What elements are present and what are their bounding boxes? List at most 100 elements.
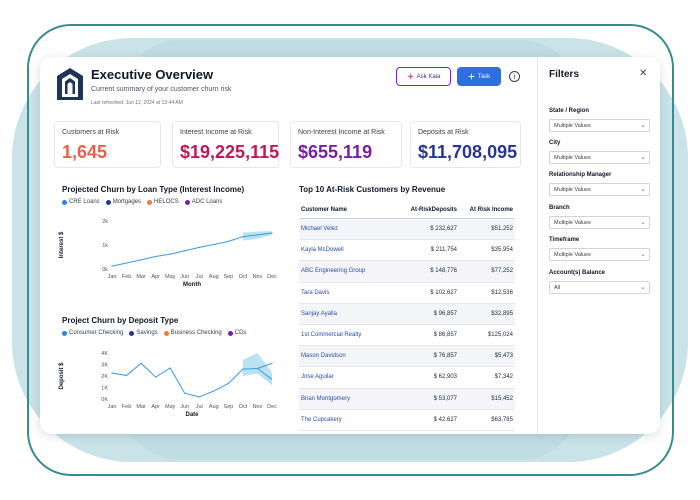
y-tick-label: 4K [101, 351, 108, 357]
legend-dot [129, 330, 135, 336]
x-tick-label: Jun [180, 404, 189, 410]
x-tick-label: Jun [180, 274, 189, 280]
legend-label: CRE Loans [69, 199, 100, 205]
legend-label: ADC Loans [191, 199, 223, 205]
info-icon[interactable]: i [509, 71, 520, 82]
legend-item[interactable]: ADC Loans [184, 199, 223, 205]
filter-value: Multiple Values [554, 186, 591, 193]
at-risk-income-cell: $15,452 [491, 395, 513, 402]
data-point [111, 265, 113, 267]
x-tick-label: Mar [136, 274, 146, 280]
at-risk-deposits-cell: $ 76,857 [433, 353, 457, 360]
table-row[interactable]: Jose Aguilar $ 62,903 $7,342 [299, 367, 515, 389]
close-icon[interactable]: ✕ [639, 68, 647, 79]
customer-name-cell[interactable]: ABC Engineering Group [299, 268, 393, 274]
x-tick-label: Jul [196, 274, 203, 280]
x-tick-label: Dec [267, 404, 277, 410]
filter-select-city[interactable]: Multiple Values ⌄ [549, 151, 650, 164]
customer-name-cell[interactable]: Kayla McDowell [299, 247, 393, 253]
logo-icon [57, 68, 83, 100]
filter-select-account-balance[interactable]: All ⌄ [549, 281, 650, 294]
column-header-at-risk-income[interactable]: At Risk Income [457, 207, 515, 213]
table-row[interactable]: Kayla McDowell $ 211,754 $35,954 [299, 240, 515, 262]
data-point [227, 382, 229, 385]
column-header-customer-name[interactable]: Customer Name [299, 207, 393, 213]
legend-dot [147, 199, 153, 205]
table-row[interactable]: Mason Davidson $ 76,857 $5,473 [299, 346, 515, 368]
data-point [198, 246, 200, 248]
filter-select-branch[interactable]: Multiple Values ⌄ [549, 216, 650, 229]
table-body: Michael Velez $ 232,627 $51,252 Kayla McDow… [299, 219, 515, 431]
customer-name-cell[interactable]: Brian Montgomery [299, 396, 393, 402]
data-point [155, 376, 157, 378]
customer-name-cell[interactable]: 1st Commercial Realty [299, 332, 393, 338]
legend-label: Savings [136, 330, 158, 336]
table-title: Top 10 At-Risk Customers by Revenue [299, 185, 446, 194]
ask-kaia-button[interactable]: Ask Kaia [396, 67, 451, 86]
filter-value: Multiple Values [554, 122, 591, 129]
chart1-title: Projected Churn by Loan Type (Interest I… [62, 185, 245, 194]
filters-title: Filters [549, 69, 580, 80]
table-row[interactable]: 1st Commercial Realty $ 86,857 $125,024 [299, 325, 515, 347]
y-axis-title: Deposit $ [59, 362, 65, 390]
y-tick-label: 2K [101, 374, 108, 380]
kpi-value: $19,225,115 [180, 142, 280, 162]
x-tick-label: Sep [223, 404, 233, 410]
kpi-value: $655,119 [298, 142, 373, 162]
x-tick-label: Feb [122, 274, 131, 280]
chart2-title: Project Churn by Deposit Type [62, 316, 179, 325]
legend-dot [163, 330, 169, 336]
page-subtitle: Current summary of your customer churn r… [91, 86, 232, 93]
page-title: Executive Overview [91, 67, 214, 82]
legend-item[interactable]: HELOCS [147, 199, 179, 205]
data-point [169, 253, 171, 255]
legend-item[interactable]: Savings [129, 330, 158, 336]
at-risk-income-cell: $125,024 [487, 332, 513, 339]
legend-item[interactable]: CRE Loans [62, 199, 100, 205]
filter-label-timeframe: Timeframe [549, 237, 580, 243]
table-row[interactable]: ABC Engineering Group $ 148,776 $77,252 [299, 261, 515, 283]
legend-dot [105, 199, 111, 205]
filter-select-timeframe[interactable]: Multiple Values ⌄ [549, 248, 650, 261]
x-tick-label: Sep [223, 274, 233, 280]
column-header-at-risk-deposits[interactable]: At-RiskDeposits [393, 207, 457, 213]
y-axis-title: Interest $ [59, 231, 65, 258]
x-tick-label: Nov [253, 404, 263, 410]
chevron-down-icon: ⌄ [640, 218, 646, 226]
legend-item[interactable]: Business Checking [163, 330, 222, 336]
data-point [169, 367, 171, 369]
customer-name-cell[interactable]: Michael Velez [299, 226, 393, 232]
table-row[interactable]: Tara Davis $ 102,627 $12,536 [299, 283, 515, 304]
filter-select-state[interactable]: Multiple Values ⌄ [549, 119, 650, 132]
chart-deposit-type: 0K 1K 2K 3K 4K Jan Feb Mar Apr May Jun Jul Aug Sep Oct… [59, 351, 277, 418]
data-point [140, 259, 142, 261]
customer-name-cell[interactable]: Tara Davis [299, 290, 393, 296]
legend-label: Mortgages [112, 199, 142, 205]
filter-select-relationship-manager[interactable]: Multiple Values ⌄ [549, 183, 650, 196]
x-axis-title: Date [185, 412, 199, 418]
at-risk-deposits-cell: $ 62,903 [433, 374, 457, 381]
table-row[interactable]: Michael Velez $ 232,627 $51,252 [299, 219, 515, 241]
table-row[interactable]: The Cupcakery $ 42,627 $63,785 [299, 410, 515, 431]
at-risk-deposits-cell: $ 232,627 [430, 226, 457, 233]
kpi-label: Deposits at Risk [418, 129, 469, 136]
chevron-down-icon: ⌄ [640, 153, 646, 161]
customer-name-cell[interactable]: Sanjay Ayalla [299, 311, 393, 317]
chevron-down-icon: ⌄ [640, 283, 646, 291]
x-tick-label: Aug [209, 404, 219, 410]
y-tick-label: 0k [102, 267, 108, 273]
table-row[interactable]: Brian Montgomery $ 53,077 $15,452 [299, 388, 515, 410]
customer-name-cell[interactable]: Mason Davidson [299, 353, 393, 359]
legend-item[interactable]: Mortgages [105, 199, 142, 205]
legend-item[interactable]: CDs [227, 330, 246, 336]
legend-item[interactable]: Consumer Checking [62, 330, 123, 336]
chevron-down-icon: ⌄ [640, 121, 646, 129]
x-axis-title: Month [183, 282, 201, 288]
dashboard-window: Executive Overview Current summary of yo… [40, 57, 660, 434]
x-tick-label: Nov [253, 274, 263, 280]
add-task-button[interactable]: Task [457, 67, 501, 86]
x-tick-label: Apr [151, 274, 160, 280]
customer-name-cell[interactable]: The Cupcakery [299, 417, 393, 423]
table-row[interactable]: Sanjay Ayalla $ 96,857 $32,895 [299, 303, 515, 325]
customer-name-cell[interactable]: Jose Aguilar [299, 374, 393, 380]
